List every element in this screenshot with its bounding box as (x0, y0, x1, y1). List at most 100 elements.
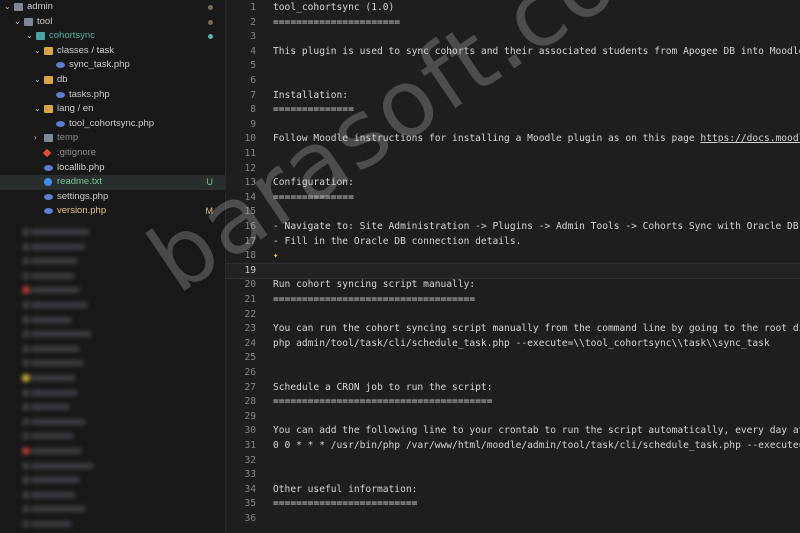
code-line[interactable]: 19 (226, 262, 800, 280)
chevron-right-icon[interactable]: › (34, 131, 37, 146)
blurred-file-icon (22, 257, 30, 266)
code-link[interactable]: https://docs.moodle. (700, 133, 800, 144)
code-text-content: ========================= (273, 498, 418, 510)
code-text-content: This plugin is used to sync cohorts and … (273, 45, 800, 57)
blurred-file-icon (22, 286, 30, 295)
code-text-content: ============== (273, 104, 354, 116)
blurred-file-icon (22, 490, 30, 499)
line-number: 18 (244, 250, 256, 262)
code-line[interactable]: 27 Schedule a CRON job to run the script: (226, 381, 800, 396)
code-line[interactable]: 3 (226, 30, 800, 45)
tree-item[interactable]: ⌄ classes / task (0, 44, 225, 59)
line-number: 36 (244, 513, 256, 524)
tree-item-label: cohortsync (49, 30, 95, 42)
tree-item[interactable]: .gitignore (0, 146, 225, 161)
code-line[interactable]: 7 Installation: (226, 89, 800, 104)
file-tree: ⌄ admin ⌄ tool ⌄ cohortsync ⌄ classes / task syn… (0, 0, 225, 219)
blurred-file-icon (22, 228, 30, 236)
blurred-file-list (0, 225, 225, 533)
line-number: 7 (250, 89, 256, 101)
chevron-down-icon[interactable]: ⌄ (34, 102, 41, 117)
code-line[interactable]: 23 You can run the cohort syncing script … (226, 322, 800, 337)
tree-item[interactable]: ⌄ cohortsync (0, 29, 225, 44)
code-line[interactable]: 32 (226, 454, 800, 469)
folder-icon (36, 32, 45, 41)
code-line[interactable]: 17 - Fill in the Oracle DB connection det… (226, 235, 800, 250)
code-line[interactable]: 20 Run cohort syncing script manually: (226, 278, 800, 293)
sparkle-icon[interactable]: ✦ (273, 249, 278, 264)
code-line[interactable]: 14 ============== (226, 191, 800, 206)
chevron-down-icon[interactable]: ⌄ (34, 44, 41, 59)
code-line[interactable]: 8 ============== (226, 103, 800, 118)
blurred-file-icon (22, 461, 30, 470)
code-line[interactable]: 33 (226, 468, 800, 483)
code-line[interactable]: 10 Follow Moodle instructions for install… (226, 132, 800, 147)
tree-item[interactable]: ⌄ db (0, 73, 225, 88)
code-line[interactable]: 6 (226, 74, 800, 89)
line-number: 14 (244, 191, 256, 203)
tree-item[interactable]: ⌄ lang / en (0, 102, 225, 117)
tree-item[interactable]: readme.txt U (0, 175, 225, 190)
blurred-file-icon (22, 330, 30, 339)
line-number: 16 (244, 221, 256, 232)
code-line[interactable]: 24 php admin/tool/task/cli/schedule_task.… (226, 337, 800, 352)
code-text-content: Schedule a CRON job to run the script: (273, 381, 493, 393)
code-line[interactable]: 30 You can add the following line to your… (226, 424, 800, 439)
tree-item[interactable]: settings.php (0, 190, 225, 205)
chevron-down-icon[interactable]: ⌄ (14, 15, 21, 30)
code-line[interactable]: 13 Configuration: (226, 176, 800, 191)
folder-icon (44, 46, 53, 55)
blurred-row (30, 418, 86, 425)
code-line[interactable]: 1 tool_cohortsync (1.0) (226, 1, 800, 16)
code-line[interactable]: 18 ✦ (226, 249, 800, 264)
code-line[interactable]: 25 (226, 351, 800, 366)
code-text-content: - Fill in the Oracle DB connection detai… (273, 235, 522, 247)
tree-item-label: admin (27, 1, 53, 12)
line-number: 24 (244, 337, 256, 349)
blurred-row (30, 506, 86, 513)
blurred-row (30, 462, 94, 469)
tree-item[interactable]: locallib.php (0, 161, 225, 176)
code-text-content: =================================== (273, 294, 476, 305)
code-line[interactable]: 5 (226, 59, 800, 74)
code-line[interactable]: 35 ========================= (226, 497, 800, 512)
tree-item[interactable]: tool_cohortsync.php (0, 117, 225, 132)
chevron-down-icon[interactable]: ⌄ (26, 29, 33, 44)
code-text-content: tool_cohortsync (1.0) (273, 2, 395, 13)
tree-item-label: .gitignore (57, 146, 97, 158)
code-line[interactable]: 34 Other useful information: (226, 483, 800, 498)
code-line[interactable]: 21 =================================== (226, 293, 800, 308)
code-line[interactable]: 16 - Navigate to: Site Administration -> … (226, 220, 800, 235)
blurred-row (30, 477, 80, 484)
tree-item[interactable]: › temp (0, 131, 225, 146)
tree-item[interactable]: sync_task.php (0, 58, 225, 73)
code-text: ============== (273, 103, 354, 118)
code-line[interactable]: 2 ====================== (226, 16, 800, 31)
code-line[interactable]: 28 ====================================== (226, 395, 800, 410)
code-line[interactable]: 36 (226, 512, 800, 527)
code-line[interactable]: 31 0 0 * * * /usr/bin/php /var/www/html/m… (226, 439, 800, 454)
tree-item[interactable]: tasks.php (0, 88, 225, 103)
tree-item-label: db (57, 73, 68, 85)
code-line[interactable]: 22 (226, 308, 800, 323)
chevron-down-icon[interactable]: ⌄ (34, 73, 41, 88)
code-line[interactable]: 26 (226, 366, 800, 381)
code-line[interactable]: 9 (226, 118, 800, 133)
blurred-row (30, 433, 74, 440)
tree-item[interactable]: ⌄ tool (0, 15, 225, 30)
line-number: 11 (244, 148, 256, 159)
code-editor[interactable]: 1 tool_cohortsync (1.0) 2 =================… (226, 0, 800, 533)
code-line[interactable]: 12 (226, 162, 800, 177)
line-number: 30 (244, 425, 256, 437)
chevron-down-icon[interactable]: ⌄ (4, 0, 11, 15)
line-number: 2 (250, 16, 256, 28)
code-line[interactable]: 4 This plugin is used to sync cohorts and… (226, 45, 800, 60)
line-number: 8 (250, 104, 256, 116)
folder-icon (44, 75, 53, 84)
tree-item[interactable]: version.php M (0, 204, 225, 219)
code-line[interactable]: 29 (226, 410, 800, 425)
code-line[interactable]: 11 (226, 147, 800, 162)
code-text: ========================= (273, 497, 417, 512)
code-line[interactable]: 15 (226, 205, 800, 220)
tree-item[interactable]: ⌄ admin (0, 0, 225, 15)
